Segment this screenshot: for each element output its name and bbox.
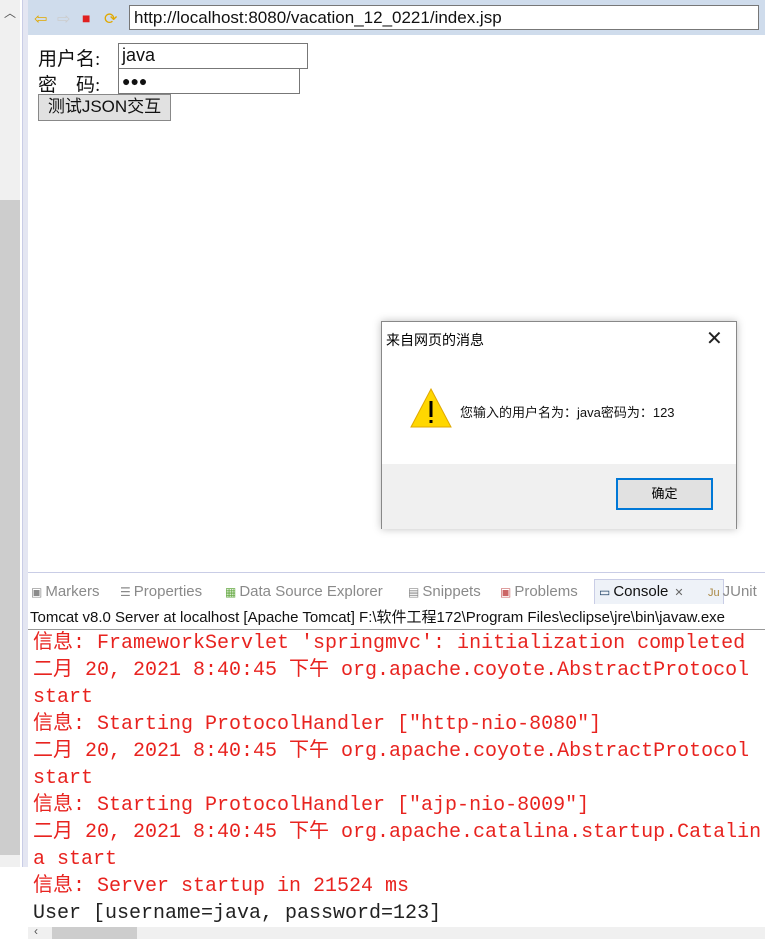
problems-icon: ▣ (500, 585, 512, 599)
console-output: 信息: FrameworkServlet 'springmvc': initia… (28, 630, 765, 927)
tab-junit[interactable]: Ju JUnit (708, 583, 757, 600)
horizontal-scrollbar-thumb[interactable] (52, 927, 137, 939)
ok-button[interactable]: 确定 (616, 478, 713, 510)
browser-toolbar: ⇦ ⇨ ■ ⟳ http://localhost:8080/vacation_1… (28, 0, 765, 35)
back-icon[interactable]: ⇦ (34, 9, 47, 29)
console-line: 信息: Starting ProtocolHandler ["ajp-nio-8… (33, 794, 590, 817)
forward-icon[interactable]: ⇨ (57, 9, 70, 29)
username-label: 用户名: (38, 49, 101, 70)
tab-console[interactable]: ▭ Console ✕ (599, 583, 684, 600)
stop-icon[interactable]: ■ (82, 10, 90, 26)
password-input[interactable]: ●●● (118, 68, 300, 94)
url-input[interactable]: http://localhost:8080/vacation_12_0221/i… (129, 5, 759, 30)
panel-tabs: ▣ Markers ☰ Properties ▦ Data Source Explor… (28, 579, 765, 604)
console-line: 信息: Server startup in 21524 ms (33, 875, 410, 898)
properties-icon: ☰ (120, 585, 131, 599)
horizontal-scrollbar[interactable]: ‹ (28, 924, 765, 939)
junit-icon: Ju (708, 587, 720, 599)
data-source-icon: ▦ (225, 585, 237, 599)
warning-icon (410, 388, 452, 428)
console-title: Tomcat v8.0 Server at localhost [Apache … (30, 609, 726, 626)
refresh-icon[interactable]: ⟳ (104, 9, 117, 29)
tab-snippets[interactable]: ▤ Snippets (408, 583, 481, 600)
console-line: 信息: Starting ProtocolHandler ["http-nio-… (33, 713, 602, 736)
tab-data-source-explorer[interactable]: ▦ Data Source Explorer (225, 583, 383, 600)
tab-problems[interactable]: ▣ Problems (500, 583, 578, 600)
username-input[interactable]: java (118, 43, 308, 69)
console-line: 二月 20, 2021 8:40:45 下午 org.apache.coyote… (33, 659, 750, 709)
tab-markers[interactable]: ▣ Markers (31, 583, 100, 600)
snippets-icon: ▤ (408, 585, 420, 599)
alert-dialog: 来自网页的消息 ✕ 您输入的用户名为：java密码为：123 确定 (381, 321, 737, 529)
console-icon: ▭ (599, 585, 611, 599)
scroll-left-icon[interactable]: ‹ (34, 924, 38, 938)
dialog-title: 来自网页的消息 (386, 332, 484, 348)
close-icon[interactable]: ✕ (706, 326, 723, 351)
console-panel: ▣ Markers ☰ Properties ▦ Data Source Explor… (28, 579, 765, 939)
dialog-message: 您输入的用户名为：java密码为：123 (460, 405, 675, 420)
password-label: 密 码: (38, 75, 101, 96)
console-line: 二月 20, 2021 8:40:45 下午 org.apache.catali… (33, 821, 762, 871)
console-line: 二月 20, 2021 8:40:45 下午 org.apache.coyote… (33, 740, 750, 790)
markers-icon: ▣ (31, 585, 43, 599)
scroll-up-icon[interactable]: ︿ (4, 4, 16, 21)
tab-properties[interactable]: ☰ Properties (120, 583, 202, 600)
console-line: User [username=java, password=123] (33, 902, 442, 925)
close-tab-icon[interactable]: ✕ (674, 587, 683, 599)
console-line: 信息: FrameworkServlet 'springmvc': initia… (33, 632, 746, 655)
vertical-scrollbar-thumb[interactable] (0, 200, 20, 855)
test-json-button[interactable]: 测试JSON交互 (38, 94, 171, 121)
